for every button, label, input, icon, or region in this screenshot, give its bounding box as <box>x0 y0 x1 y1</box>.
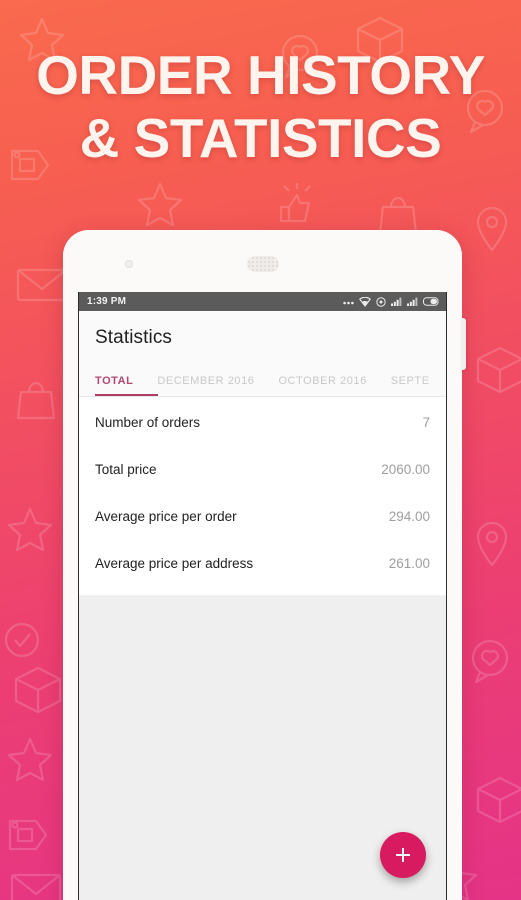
row-label: Average price per address <box>95 556 254 571</box>
add-button[interactable] <box>380 832 426 878</box>
signal-bars-2-icon <box>407 297 418 306</box>
phone-screen: 1:39 PM Statistics TOTAL DECEMBER 2016 O… <box>78 292 447 900</box>
promo-headline: ORDER HISTORY & STATISTICS <box>0 44 521 170</box>
tab-december-2016[interactable]: DECEMBER 2016 <box>157 375 268 396</box>
page-title: Statistics <box>95 327 173 348</box>
phone-mockup: 1:39 PM Statistics TOTAL DECEMBER 2016 O… <box>63 230 466 900</box>
row-value: 261.00 <box>388 556 430 571</box>
tab-bar[interactable]: TOTAL DECEMBER 2016 OCTOBER 2016 SEPTEM <box>95 366 430 396</box>
status-bar-icons <box>343 296 440 307</box>
tab-october-2016[interactable]: OCTOBER 2016 <box>278 375 380 396</box>
table-row[interactable]: Average price per address 261.00 <box>79 540 446 587</box>
active-tab-indicator <box>95 394 158 396</box>
row-label: Number of orders <box>95 415 201 430</box>
headline-line-1: ORDER HISTORY <box>36 44 485 106</box>
status-bar-time: 1:39 PM <box>87 296 127 307</box>
statistics-content: Number of orders 7 Total price 2060.00 A… <box>79 397 446 900</box>
row-label: Average price per order <box>95 509 237 524</box>
power-button-icon <box>461 318 466 370</box>
table-row[interactable]: Total price 2060.00 <box>79 446 446 493</box>
app-bar: Statistics TOTAL DECEMBER 2016 OCTOBER 2… <box>79 311 446 396</box>
headline-line-2: & STATISTICS <box>79 107 442 169</box>
plus-icon <box>396 848 410 862</box>
row-value: 294.00 <box>388 509 430 524</box>
battery-icon <box>423 297 439 306</box>
statistics-card: Number of orders 7 Total price 2060.00 A… <box>79 397 446 595</box>
alarm-icon <box>376 296 386 307</box>
speaker-grille-icon <box>246 256 279 272</box>
signal-bars-icon <box>391 297 402 306</box>
status-bar: 1:39 PM <box>79 292 446 311</box>
tab-september-2016[interactable]: SEPTEM <box>391 375 430 396</box>
row-value: 2060.00 <box>381 462 430 477</box>
more-dots-icon <box>343 301 354 305</box>
wifi-icon <box>359 296 371 307</box>
table-row[interactable]: Number of orders 7 <box>79 399 446 446</box>
camera-dot-icon <box>125 260 133 268</box>
table-row[interactable]: Average price per order 294.00 <box>79 493 446 540</box>
row-value: 7 <box>422 415 430 430</box>
tab-total[interactable]: TOTAL <box>95 375 147 396</box>
row-label: Total price <box>95 462 157 477</box>
